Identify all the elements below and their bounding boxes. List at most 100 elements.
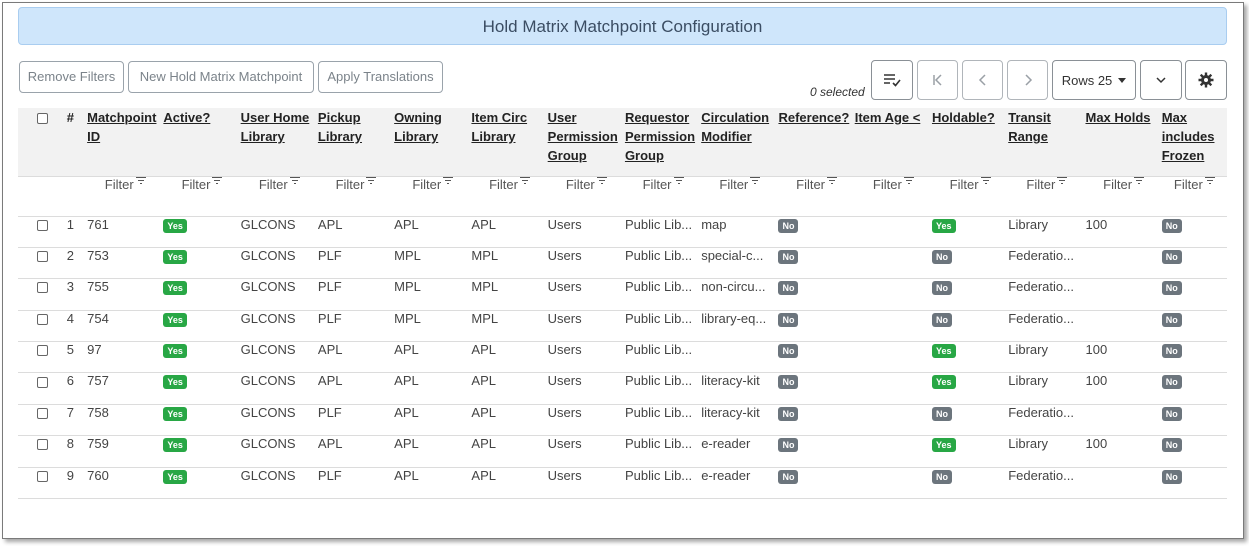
filter-item-circ-library[interactable]: Filter <box>471 176 548 217</box>
filter-user-permission-group[interactable]: Filter <box>547 176 625 217</box>
rows-per-page-dropdown[interactable]: Rows 25 <box>1052 60 1136 100</box>
reference-cell: No <box>778 467 855 500</box>
row-select-checkbox[interactable] <box>36 376 48 388</box>
table-row[interactable]: 3 755 Yes GLCONS PLF MPL MPL Users Public Lib...… <box>18 278 1227 311</box>
filter-circulation-modifier[interactable]: Filter <box>701 176 779 217</box>
row-select-checkbox[interactable] <box>36 345 48 357</box>
filter-label: Filter <box>412 176 442 192</box>
filter-label: Filter <box>642 176 672 192</box>
item-age-cell <box>854 310 932 343</box>
column-header-circulation-modifier[interactable]: Circulation Modifier <box>701 108 779 177</box>
next-page-button[interactable] <box>1007 60 1048 100</box>
holdable-badge: No <box>931 249 952 264</box>
table-row[interactable]: 4 754 Yes GLCONS PLF MPL MPL Users Public Lib...… <box>18 310 1227 343</box>
row-select-checkbox[interactable] <box>36 282 48 294</box>
filter-user-home-library[interactable]: Filter <box>240 176 318 217</box>
matchpoint-id-cell: 757 <box>87 372 164 405</box>
apply-translations-button[interactable]: Apply Translations <box>318 61 443 93</box>
filter-icon <box>1134 176 1145 185</box>
rows-per-page-label: Rows 25 <box>1061 72 1113 88</box>
table-row[interactable]: 5 97 Yes GLCONS APL APL APL Users Public Lib... N… <box>18 341 1227 374</box>
row-select-checkbox[interactable] <box>36 219 48 231</box>
filter-requestor-permission-group[interactable]: Filter <box>624 176 702 217</box>
transit-range-cell: Federatio... <box>1008 404 1086 437</box>
item-circ-library-cell: APL <box>471 404 548 437</box>
column-options-button[interactable] <box>1140 60 1182 100</box>
column-header-max-includes-frozen[interactable]: Max includes Frozen <box>1161 108 1227 177</box>
column-header-owning-library[interactable]: Owning Library <box>394 108 472 177</box>
active-badge: Yes <box>163 312 187 327</box>
row-select-cell <box>18 310 67 343</box>
user-permission-group-cell: Users <box>547 341 625 374</box>
max-includes-frozen-cell: No <box>1161 247 1227 280</box>
first-page-button[interactable] <box>917 60 958 100</box>
new-matchpoint-button[interactable]: New Hold Matrix Matchpoint <box>128 61 314 93</box>
active-cell: Yes <box>163 467 241 500</box>
column-header-holdable[interactable]: Holdable? <box>931 108 1009 177</box>
select-all-checkbox[interactable] <box>36 113 48 125</box>
table-row[interactable]: 2 753 Yes GLCONS PLF MPL MPL Users Public Lib...… <box>18 247 1227 280</box>
holdable-badge: Yes <box>931 438 956 453</box>
transit-range-cell: Library <box>1008 341 1086 374</box>
holdable-badge: No <box>931 406 952 421</box>
reference-badge: No <box>778 249 799 264</box>
column-header-user-home-library[interactable]: User Home Library <box>240 108 318 177</box>
row-select-checkbox[interactable] <box>36 470 48 482</box>
column-header-user-permission-group[interactable]: User Permission Group <box>547 108 625 177</box>
filter-reference[interactable]: Filter <box>778 176 855 217</box>
column-header-requestor-permission-group[interactable]: Requestor Permission Group <box>624 108 702 177</box>
table-row[interactable]: 8 759 Yes GLCONS APL APL APL Users Public Lib...… <box>18 435 1227 468</box>
table-row[interactable]: 7 758 Yes GLCONS PLF APL APL Users Public Lib...… <box>18 404 1227 437</box>
actions-menu-button[interactable] <box>871 60 913 100</box>
previous-page-button[interactable] <box>962 60 1003 100</box>
filter-icon <box>980 176 991 185</box>
remove-filters-button[interactable]: Remove Filters <box>19 61 124 93</box>
column-header-active[interactable]: Active? <box>163 108 241 177</box>
settings-button[interactable] <box>1185 60 1227 100</box>
reference-cell: No <box>778 404 855 437</box>
filter-pickup-library[interactable]: Filter <box>317 176 395 217</box>
table-row[interactable]: 6 757 Yes GLCONS APL APL APL Users Public Lib...… <box>18 372 1227 405</box>
row-number: 7 <box>66 404 88 437</box>
row-select-checkbox[interactable] <box>36 439 48 451</box>
row-select-cell <box>18 435 67 468</box>
column-header-matchpoint-id[interactable]: Matchpoint ID <box>87 108 164 177</box>
user-home-library-cell: GLCONS <box>240 372 318 405</box>
circulation-modifier-cell: e-reader <box>701 467 779 500</box>
user-home-library-cell: GLCONS <box>240 216 318 248</box>
owning-library-cell: APL <box>394 372 472 405</box>
reference-cell: No <box>778 435 855 468</box>
active-cell: Yes <box>163 310 241 343</box>
max-includes-frozen-cell: No <box>1161 341 1227 374</box>
column-header-item-age[interactable]: Item Age < <box>854 108 932 177</box>
holdable-badge: Yes <box>931 218 956 233</box>
filter-active[interactable]: Filter <box>163 176 241 217</box>
circulation-modifier-cell: non-circu... <box>701 278 779 311</box>
filter-owning-library[interactable]: Filter <box>394 176 472 217</box>
column-header-pickup-library[interactable]: Pickup Library <box>317 108 395 177</box>
column-header-transit-range[interactable]: Transit Range <box>1008 108 1086 177</box>
filter-label: Filter <box>1026 176 1056 192</box>
table-row[interactable]: 9 760 Yes GLCONS PLF APL APL Users Public Lib...… <box>18 467 1227 500</box>
row-select-checkbox[interactable] <box>36 407 48 419</box>
filter-item-age[interactable]: Filter <box>854 176 932 217</box>
filter-label: Filter <box>258 176 288 192</box>
filter-holdable[interactable]: Filter <box>931 176 1009 217</box>
row-select-checkbox[interactable] <box>36 313 48 325</box>
column-header-item-circ-library[interactable]: Item Circ Library <box>471 108 548 177</box>
row-select-checkbox[interactable] <box>36 250 48 262</box>
filter-matchpoint-id[interactable]: Filter <box>87 176 164 217</box>
filter-max-holds[interactable]: Filter <box>1085 176 1162 217</box>
filter-label: Filter <box>104 176 134 192</box>
table-row[interactable]: 1 761 Yes GLCONS APL APL APL Users Public Lib...… <box>18 216 1227 248</box>
owning-library-cell: APL <box>394 341 472 374</box>
column-header-max-holds[interactable]: Max Holds <box>1085 108 1162 177</box>
active-cell: Yes <box>163 247 241 280</box>
filter-transit-range[interactable]: Filter <box>1008 176 1086 217</box>
filter-max-includes-frozen[interactable]: Filter <box>1161 176 1227 217</box>
reference-cell: No <box>778 278 855 311</box>
item-circ-library-cell: MPL <box>471 310 548 343</box>
max-includes-frozen-cell: No <box>1161 435 1227 468</box>
column-header-reference[interactable]: Reference? <box>778 108 855 177</box>
reference-badge: No <box>778 375 799 390</box>
